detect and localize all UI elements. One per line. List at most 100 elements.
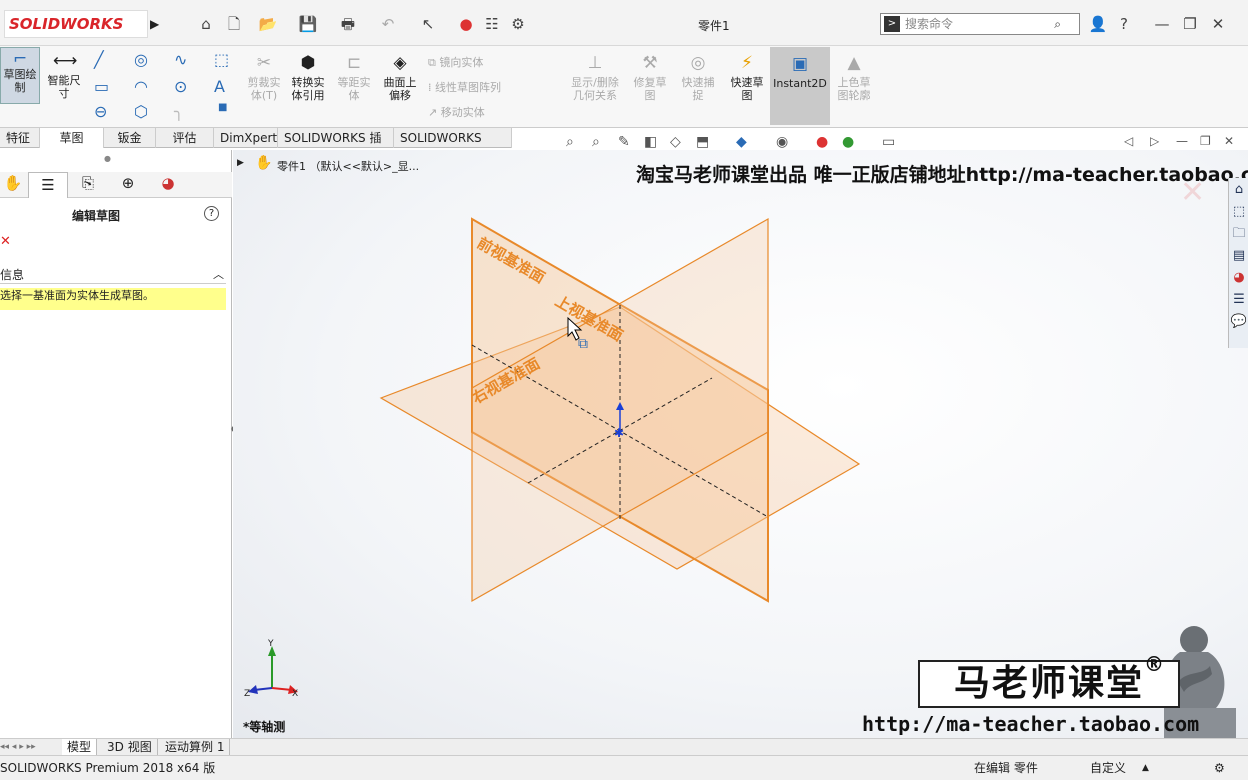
tab-evaluate[interactable]: 评估 [156,128,214,148]
hide-show-items-icon[interactable]: ◉ [776,134,788,150]
zoom-to-fit-icon[interactable]: ⌕ [566,134,574,150]
slot-icon[interactable]: ⊖ [94,102,107,121]
tab-addins[interactable]: SOLIDWORKS 插件 [278,128,394,165]
appearances-icon[interactable]: ◕ [1230,268,1248,288]
user-icon[interactable]: 👤 [1088,14,1108,34]
property-manager-tab-icon[interactable]: ☰ [28,172,68,198]
offset-on-surface-button[interactable]: ◈ 曲面上 偏移 [378,52,422,102]
viewport-prev-icon[interactable]: ◁ [1124,134,1133,148]
instant2d-button[interactable]: ▣ Instant2D [770,47,830,125]
view-palette-icon[interactable]: ▤ [1230,246,1248,266]
rebuild-icon[interactable]: ● [456,14,476,34]
section-view-icon[interactable]: ◧ [644,134,657,150]
bottom-tab-3d-view[interactable]: 3D 视图 [102,739,158,756]
file-explorer-icon[interactable]: 🗀 [1230,224,1248,244]
bottom-tab-model[interactable]: 模型 [62,739,98,756]
point-icon[interactable]: ■ [218,102,227,113]
minimize-button[interactable]: — [1152,14,1172,34]
shaded-sketch-icon: ▲ [847,53,861,73]
smart-dimension-button[interactable]: ⟷ 智能尺 寸 [44,50,84,100]
dimxpert-manager-tab-icon[interactable]: ⊕ [110,174,146,192]
file-properties-icon[interactable]: ☷ [482,14,502,34]
move-label: 移动实体 [440,106,485,119]
spline-icon[interactable]: ∿ [174,50,187,69]
feature-manager-tab-icon[interactable]: ✋ [0,174,26,196]
sw-resources-icon[interactable]: ⌂ [1230,180,1248,200]
status-units[interactable]: 自定义 [1090,756,1126,780]
polygon-icon[interactable]: ⬡ [134,102,148,121]
shaded-sketch-contours-button[interactable]: ▲ 上色草 图轮廓 [832,52,876,102]
message-section-header[interactable]: 信息 ︿ [0,266,226,284]
mirror-entities-button[interactable]: ⧉ 镜向实体 [428,54,483,70]
instant2d-icon: ▣ [791,54,809,74]
convert-entities-button[interactable]: ⬢ 转换实 体引用 [286,52,330,102]
restore-button[interactable]: ❐ [1180,14,1200,34]
tab-dimxpert[interactable]: DimXpert [214,128,278,148]
search-icon[interactable]: ⌕ [1054,14,1061,34]
line-icon[interactable]: ╱ [94,50,104,69]
units-up-icon[interactable]: ▲ [1142,756,1149,780]
search-commands-input[interactable]: > 搜索命令 ⌕ [880,13,1080,35]
undo-icon[interactable]: ↶ [378,14,398,34]
view-settings-icon[interactable]: ▭ [882,134,895,150]
viewport-restore-icon[interactable]: ❐ [1200,134,1211,148]
options-gear-icon[interactable]: ⚙ [508,14,528,34]
new-document-icon[interactable]: 🗋 [224,14,244,34]
display-delete-relations-button[interactable]: ⊥ 显示/删除 几何关系 [566,52,624,102]
select-icon[interactable]: ↖ [418,14,438,34]
design-library-icon[interactable]: ⬚ [1230,202,1248,222]
tab-sheet-metal[interactable]: 钣金 [104,128,156,148]
configuration-manager-tab-icon[interactable]: ⎘ [70,174,106,192]
print-icon[interactable]: 🖶 [338,14,358,34]
display-style-icon[interactable]: ◆ [736,134,747,150]
sketch-button[interactable]: ⌐ 草图绘 制 [0,47,40,104]
viewport-minimize-icon[interactable]: — [1176,134,1188,148]
ellipse-icon[interactable]: ⊙ [174,77,187,96]
display-manager-tab-icon[interactable]: ◕ [150,174,186,192]
tab-features[interactable]: 特征 [0,128,40,148]
close-button[interactable]: ✕ [1208,14,1228,34]
trim-button[interactable]: ✂ 剪裁实 体(T) [242,52,286,102]
help-icon[interactable]: ? [1114,14,1134,34]
circle-icon[interactable]: ◎ [134,50,148,69]
sketch-label: 草图绘 制 [3,68,37,94]
apply-scene-icon[interactable]: ● [842,134,854,150]
menu-expand-arrow[interactable]: ▶ [150,14,162,34]
viewport-next-icon[interactable]: ▷ [1150,134,1159,148]
arc-icon[interactable]: ◠ [134,77,148,96]
construction-grid-icon[interactable]: ⬚ [214,50,229,69]
quick-snaps-button[interactable]: ◎ 快速捕 捉 [676,52,720,102]
panel-grip[interactable]: ● [104,154,111,163]
tab-sketch[interactable]: 草图 [40,128,104,148]
rectangle-icon[interactable]: ▭ [94,77,109,96]
previous-view-icon[interactable]: ✎ [618,134,630,150]
linear-pattern-button[interactable]: ⁞ 线性草图阵列 [428,79,501,95]
viewport-close-icon[interactable]: ✕ [1224,134,1234,148]
repair-sketch-button[interactable]: ⚒ 修复草 图 [628,52,672,102]
command-prompt-icon: > [884,16,900,32]
fillet-icon[interactable]: ╮ [174,102,184,121]
dynamic-annotation-icon[interactable]: ◇ [670,134,681,150]
home-icon[interactable]: ⌂ [196,14,216,34]
forum-icon[interactable]: 💬 [1230,312,1248,332]
bottom-tab-bar: ◂◂ ◂ ▸ ▸▸ 模型 3D 视图 运动算例 1 [0,738,1248,756]
text-icon[interactable]: A [214,77,225,96]
tab-mbd[interactable]: SOLIDWORKS MBD [394,128,512,165]
status-rebuild-icon[interactable]: ⚙ [1214,756,1225,780]
offset-entities-button[interactable]: ⊏ 等距实 体 [334,52,374,102]
smart-dimension-label: 智能尺 寸 [47,74,81,100]
solidworks-logo[interactable]: SOLIDWORKS [4,10,148,38]
view-orientation-icon[interactable]: ⬒ [696,134,709,150]
panel-cancel-icon[interactable]: ✕ [0,234,11,249]
panel-help-icon[interactable]: ? [204,206,219,221]
save-icon[interactable]: 💾 [298,14,318,34]
custom-properties-icon[interactable]: ☰ [1230,290,1248,310]
tab-scroll-arrows[interactable]: ◂◂ ◂ ▸ ▸▸ [0,739,56,756]
rapid-sketch-button[interactable]: ⚡ 快速草 图 [724,52,770,102]
collapse-icon[interactable]: ︿ [213,266,224,282]
move-entities-button[interactable]: ↗ 移动实体 [428,104,485,120]
zoom-area-icon[interactable]: ⌕ [592,134,600,150]
edit-appearance-icon[interactable]: ● [816,134,828,150]
bottom-tab-motion-study[interactable]: 运动算例 1 [160,739,231,756]
open-icon[interactable]: 📂 [258,14,278,34]
